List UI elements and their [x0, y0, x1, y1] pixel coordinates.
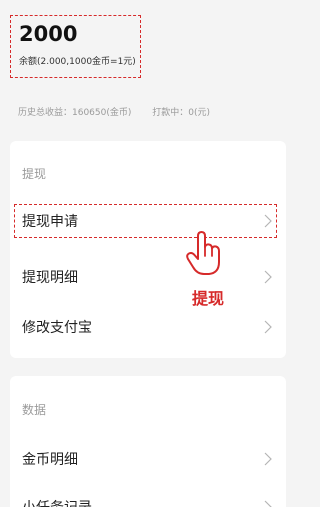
chevron-right-icon	[264, 500, 272, 507]
annotation-label: 提现	[192, 289, 225, 308]
withdraw-section-title: 提现	[22, 167, 47, 181]
menu-item-label: 小任务记录	[22, 497, 92, 507]
menu-item-coin-detail[interactable]: 金币明细	[10, 441, 286, 477]
menu-item-label: 修改支付宝	[22, 320, 92, 336]
processing-amount: 打款中：0(元)	[152, 108, 211, 118]
menu-item-label: 提现申请	[22, 214, 78, 230]
menu-item-label: 提现明细	[22, 270, 78, 286]
chevron-right-icon	[264, 214, 272, 228]
hand-pointer-icon	[185, 229, 223, 277]
menu-item-task-record[interactable]: 小任务记录	[10, 489, 286, 507]
menu-item-label: 金币明细	[22, 452, 78, 468]
chevron-right-icon	[264, 452, 272, 466]
menu-item-withdraw-detail[interactable]: 提现明细	[10, 259, 286, 295]
balance-note: 余额(2.000,1000金币=1元)	[19, 57, 136, 67]
data-card: 数据 金币明细 小任务记录	[10, 376, 286, 507]
balance-highlight-box: 2000 余额(2.000,1000金币=1元)	[10, 15, 141, 78]
chevron-right-icon	[264, 320, 272, 334]
chevron-right-icon	[264, 270, 272, 284]
menu-item-change-alipay[interactable]: 修改支付宝	[10, 309, 286, 345]
data-section-title: 数据	[22, 403, 47, 417]
menu-item-withdraw-apply[interactable]: 提现申请	[10, 203, 286, 239]
withdraw-card: 提现 提现申请 提现明细 修改支付宝	[10, 141, 286, 358]
wallet-page: 2000 余额(2.000,1000金币=1元) 历史总收益：160650(金币…	[0, 0, 296, 507]
balance-amount: 2000	[19, 22, 78, 46]
stats-row: 历史总收益：160650(金币) 打款中：0(元)	[18, 105, 210, 118]
history-income: 历史总收益：160650(金币)	[18, 108, 132, 118]
